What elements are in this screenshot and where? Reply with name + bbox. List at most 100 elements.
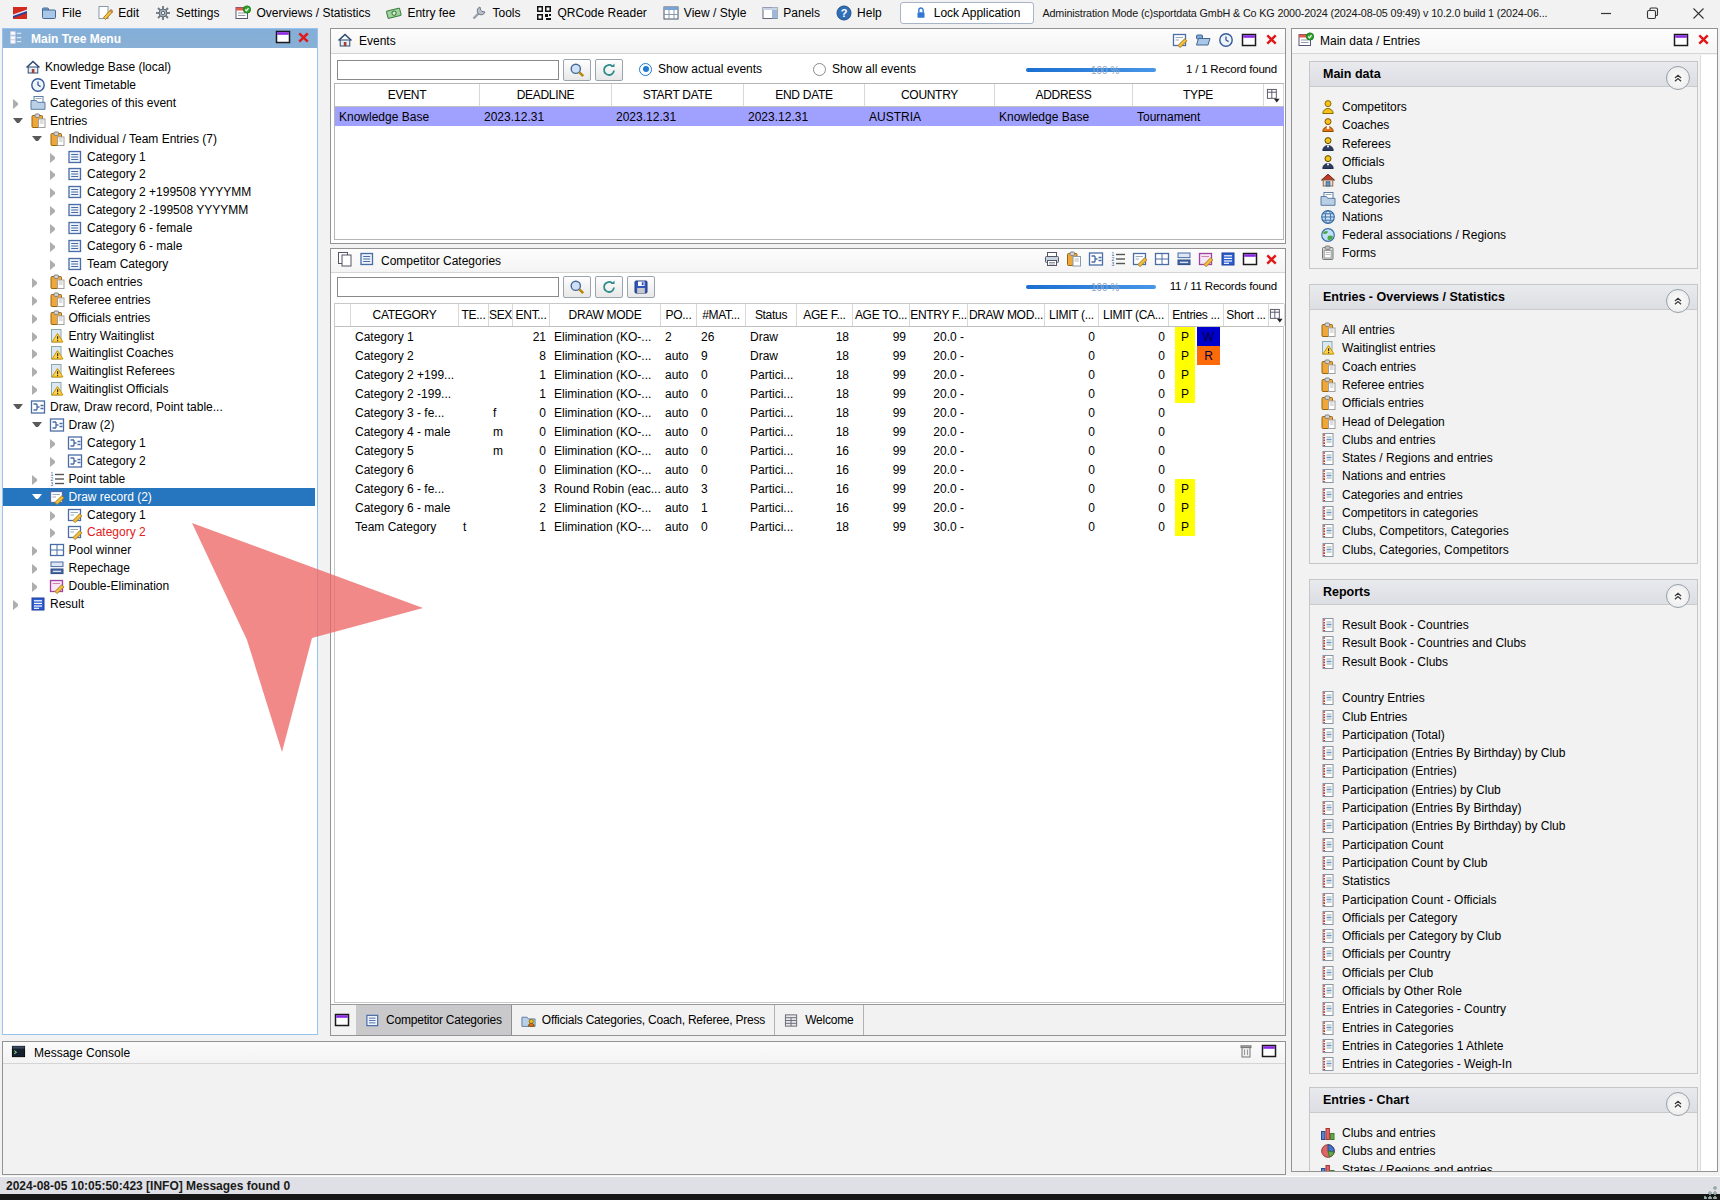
item-nations[interactable]: Nations: [1310, 208, 1697, 226]
categories-cell[interactable]: 99: [853, 460, 910, 479]
window-close-button[interactable]: [1684, 1, 1712, 25]
item-coach-entries[interactable]: Coach entries: [1310, 358, 1697, 376]
categories-toolbar-close-x[interactable]: [1264, 252, 1279, 270]
item-states-regions-and-entries[interactable]: States / Regions and entries: [1310, 449, 1697, 467]
categories-cell[interactable]: [968, 498, 1045, 517]
categories-cell[interactable]: 1: [513, 384, 550, 403]
entries-print-badge[interactable]: P: [1175, 517, 1195, 536]
events-search-button[interactable]: [563, 59, 591, 81]
categories-cell[interactable]: auto: [661, 422, 697, 441]
item-participation-total[interactable]: Participation (Total): [1310, 726, 1697, 744]
categories-cell[interactable]: Elimination (KO-...: [550, 498, 661, 517]
categories-cell[interactable]: 0: [1045, 365, 1099, 384]
radio-dot[interactable]: [639, 63, 652, 76]
tree-item-team-category[interactable]: Team Category: [3, 255, 315, 273]
categories-cell[interactable]: Elimination (KO-...: [550, 422, 661, 441]
categories-cell[interactable]: 0: [1099, 498, 1169, 517]
categories-cell[interactable]: 99: [853, 498, 910, 517]
tree-expand-icon[interactable]: [32, 546, 42, 556]
item-participation-entries-by-club[interactable]: Participation (Entries) by Club: [1310, 781, 1697, 799]
item-participation-entries-by-birthday[interactable]: Participation (Entries By Birthday): [1310, 799, 1697, 817]
tab-officials-categories-coach-referee-press[interactable]: Officials Categories, Coach, Referee, Pr…: [512, 1005, 775, 1035]
item-referee-entries[interactable]: Referee entries: [1310, 376, 1697, 394]
radio-dot[interactable]: [813, 63, 826, 76]
categories-cell[interactable]: [1224, 365, 1269, 384]
categories-cell[interactable]: 0: [513, 422, 550, 441]
categories-cell[interactable]: 1: [513, 517, 550, 536]
categories-column-draw-mod[interactable]: DRAW MOD...: [968, 304, 1045, 326]
categories-cell[interactable]: 0: [1045, 441, 1099, 460]
categories-cell[interactable]: 1: [513, 365, 550, 384]
categories-cell[interactable]: 99: [853, 384, 910, 403]
categories-cell[interactable]: 99: [853, 517, 910, 536]
categories-cell[interactable]: 20.0 -: [910, 346, 968, 365]
categories-cell[interactable]: [1224, 403, 1269, 422]
categories-cell[interactable]: 16: [797, 498, 853, 517]
categories-cell[interactable]: Partici...: [746, 422, 797, 441]
categories-column-ent[interactable]: ENT...: [513, 304, 550, 326]
categories-cell[interactable]: 99: [853, 479, 910, 498]
events-column-start-date[interactable]: START DATE: [612, 84, 744, 106]
categories-cell[interactable]: [459, 441, 489, 460]
categories-cell[interactable]: 20.0 -: [910, 422, 968, 441]
categories-toolbar-printer[interactable]: [1044, 251, 1060, 270]
categories-cell[interactable]: 0: [1045, 498, 1099, 517]
categories-cell[interactable]: [1169, 441, 1224, 460]
tree-item-waitinglist-coaches[interactable]: Waitinglist Coaches: [3, 344, 315, 362]
categories-cell[interactable]: 0: [697, 517, 746, 536]
item-officials[interactable]: Officials: [1310, 153, 1697, 171]
categories-toolbar-paste[interactable]: [1066, 251, 1082, 270]
events-column-address[interactable]: ADDRESS: [995, 84, 1133, 106]
tree-expand-icon[interactable]: [50, 188, 60, 198]
item-result-book-countries[interactable]: Result Book - Countries: [1310, 616, 1697, 634]
menu-item-panels[interactable]: Panels: [754, 0, 828, 26]
section-collapse-button[interactable]: [1666, 584, 1690, 608]
categories-cell[interactable]: [459, 460, 489, 479]
categories-toolbar-stack[interactable]: [1176, 251, 1192, 270]
categories-cell[interactable]: [459, 498, 489, 517]
item-entries-in-categories-country[interactable]: Entries in Categories - Country: [1310, 1000, 1697, 1018]
categories-cell[interactable]: 21: [513, 327, 550, 346]
categories-cell[interactable]: Draw: [746, 346, 797, 365]
item-result-book-clubs[interactable]: Result Book - Clubs: [1310, 653, 1697, 671]
item-result-book-countries-and-clubs[interactable]: Result Book - Countries and Clubs: [1310, 634, 1697, 652]
categories-cell[interactable]: 9: [697, 346, 746, 365]
categories-cell[interactable]: 3: [513, 479, 550, 498]
categories-cell[interactable]: 0: [1099, 403, 1169, 422]
categories-cell[interactable]: 0: [1045, 479, 1099, 498]
categories-cell[interactable]: [459, 422, 489, 441]
item-clubs-and-entries[interactable]: Clubs and entries: [1310, 431, 1697, 449]
tree-item-knowledge-base-local[interactable]: Knowledge Base (local): [3, 58, 315, 76]
categories-cell[interactable]: 20.0 -: [910, 327, 968, 346]
categories-cell[interactable]: Elimination (KO-...: [550, 365, 661, 384]
events-toolbar-window-max[interactable]: [1241, 32, 1257, 51]
categories-cell[interactable]: auto: [661, 460, 697, 479]
categories-cell[interactable]: [335, 479, 351, 498]
events-column-country[interactable]: COUNTRY: [865, 84, 995, 106]
categories-toolbar-grid[interactable]: [1154, 251, 1170, 270]
tree-item-category-2-199508-yyyymm[interactable]: Category 2 -199508 YYYYMM: [3, 201, 315, 219]
categories-cell[interactable]: 99: [853, 346, 910, 365]
entries-print-badge[interactable]: P: [1175, 384, 1195, 403]
radio-show-all-events[interactable]: Show all events: [813, 62, 916, 76]
item-participation-entries-by-birthday-by-club[interactable]: Participation (Entries By Birthday) by C…: [1310, 744, 1697, 762]
tree-item-officials-entries[interactable]: Officials entries: [3, 309, 315, 327]
tree-collapse-icon[interactable]: [32, 422, 42, 432]
categories-cell[interactable]: [459, 479, 489, 498]
tree-item-category-2[interactable]: Category 2: [3, 165, 315, 183]
categories-toolbar-draw[interactable]: [1088, 251, 1104, 270]
tree-item-double-elimination[interactable]: Double-Elimination: [3, 577, 315, 595]
item-country-entries[interactable]: Country Entries: [1310, 689, 1697, 707]
categories-cell[interactable]: [489, 517, 513, 536]
categories-column-limit[interactable]: LIMIT (...: [1045, 304, 1099, 326]
tree-expand-icon[interactable]: [13, 99, 23, 109]
categories-cell[interactable]: [489, 327, 513, 346]
categories-cell[interactable]: 20.0 -: [910, 403, 968, 422]
categories-cell[interactable]: 0: [1045, 384, 1099, 403]
categories-toolbar-result-doc[interactable]: [1220, 251, 1236, 270]
categories-cell[interactable]: Team Category: [351, 517, 459, 536]
categories-cell[interactable]: m: [489, 422, 513, 441]
categories-cell[interactable]: [968, 422, 1045, 441]
tree-item-category-6-male[interactable]: Category 6 - male: [3, 237, 315, 255]
categories-cell[interactable]: 0: [697, 365, 746, 384]
